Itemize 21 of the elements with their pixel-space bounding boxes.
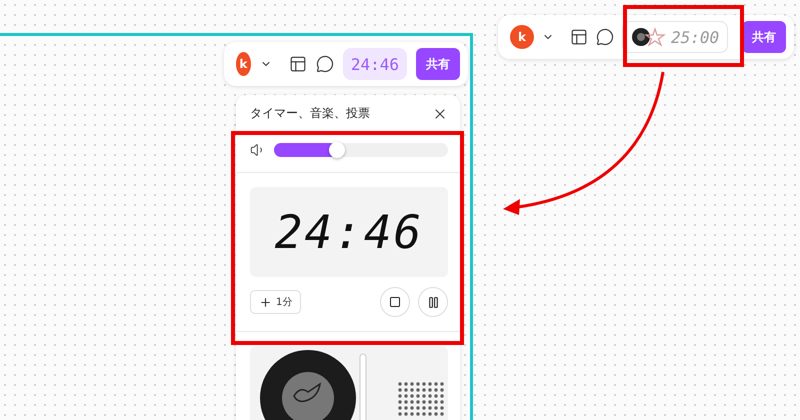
record-icon (631, 27, 667, 47)
timer-display: 24:46 (250, 187, 448, 277)
share-button[interactable]: 共有 (742, 21, 786, 53)
comment-icon[interactable] (316, 55, 334, 73)
timer-button[interactable]: 25:00 (622, 21, 728, 53)
pause-icon (426, 296, 440, 308)
slider-thumb[interactable] (328, 142, 345, 158)
panel-title: タイマー、音楽、投票 (250, 105, 370, 122)
pause-button[interactable] (418, 287, 448, 317)
stop-icon (389, 296, 401, 308)
add-minute-button[interactable]: 1分 (250, 290, 302, 314)
layout-icon[interactable] (570, 28, 588, 46)
volume-slider[interactable] (274, 143, 448, 157)
share-button[interactable]: 共有 (416, 48, 460, 80)
avatar[interactable]: k (510, 25, 534, 49)
plus-icon (259, 296, 272, 308)
comment-icon[interactable] (596, 28, 614, 46)
avatar[interactable]: k (236, 52, 251, 76)
timer-button[interactable]: 24:46 (342, 48, 407, 80)
stop-button[interactable] (380, 287, 410, 317)
layout-icon[interactable] (288, 55, 307, 73)
